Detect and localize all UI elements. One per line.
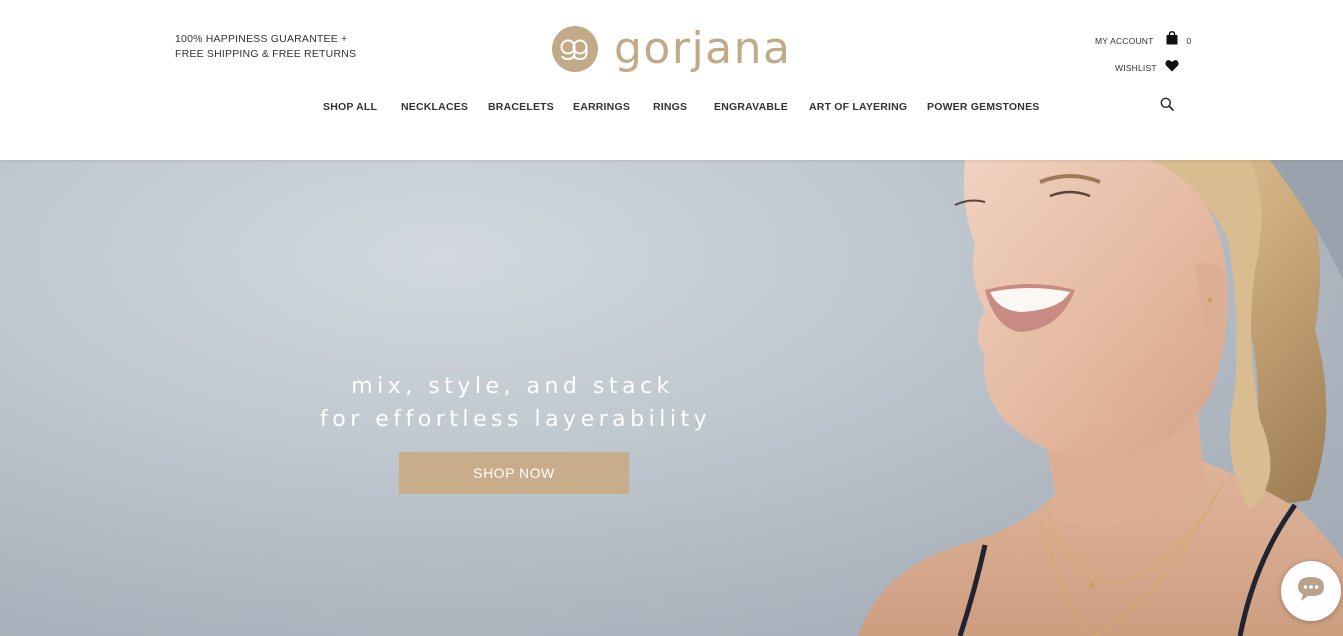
logo-wordmark: gorjana: [614, 23, 792, 74]
nav-engravable[interactable]: ENGRAVABLE: [714, 101, 788, 113]
account-cart-row: MY ACCOUNT 0: [1095, 31, 1191, 50]
promo-line-1: 100% HAPPINESS GUARANTEE +: [175, 33, 348, 45]
chat-bubble-icon: [1296, 575, 1326, 608]
heart-icon[interactable]: [1165, 59, 1179, 77]
nav-shop-all[interactable]: SHOP ALL: [323, 101, 377, 113]
nav-power-gemstones[interactable]: POWER GEMSTONES: [927, 101, 1040, 113]
hero-line-2: for effortless layerability: [320, 407, 712, 432]
nav-art-of-layering[interactable]: ART OF LAYERING: [809, 101, 907, 113]
promo-line-2: FREE SHIPPING & FREE RETURNS: [175, 48, 357, 60]
promo-message: 100% HAPPINESS GUARANTEE + FREE SHIPPING…: [175, 32, 356, 62]
cart-count[interactable]: 0: [1187, 36, 1192, 46]
nav-rings[interactable]: RINGS: [653, 101, 687, 113]
nav-necklaces[interactable]: NECKLACES: [401, 101, 468, 113]
logo-monogram-icon: [552, 26, 598, 72]
hero-banner: mix, style, and stack for effortless lay…: [0, 160, 1343, 636]
brand-logo[interactable]: gorjana: [552, 26, 791, 72]
search-icon[interactable]: [1160, 97, 1174, 116]
shop-now-button[interactable]: SHOP NOW: [399, 452, 629, 494]
hero-headline: mix, style, and stack for effortless lay…: [320, 370, 712, 436]
site-header: 100% HAPPINESS GUARANTEE + FREE SHIPPING…: [0, 0, 1343, 160]
wishlist-row: WISHLIST: [1115, 59, 1179, 77]
nav-earrings[interactable]: EARRINGS: [573, 101, 630, 113]
nav-bracelets[interactable]: BRACELETS: [488, 101, 554, 113]
chat-button[interactable]: [1281, 561, 1341, 621]
hero-line-1: mix, style, and stack: [351, 374, 674, 399]
shopping-bag-icon[interactable]: [1166, 31, 1178, 50]
wishlist-link[interactable]: WISHLIST: [1115, 63, 1157, 73]
main-navigation: SHOP ALL NECKLACES BRACELETS EARRINGS RI…: [0, 101, 1343, 117]
my-account-link[interactable]: MY ACCOUNT: [1095, 36, 1154, 46]
